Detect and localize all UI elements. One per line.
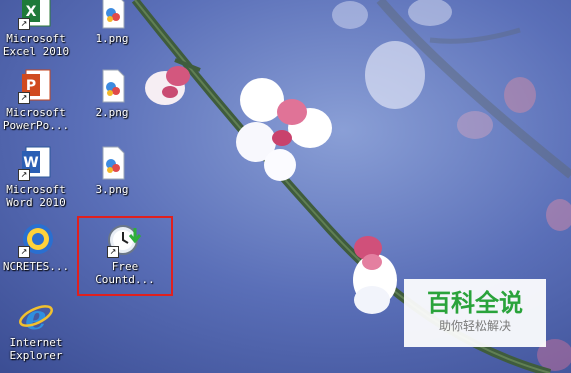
image-file-icon [94,68,130,104]
desktop-icon-3-png[interactable]: 3.png [76,145,148,196]
desktop-icon-2-png[interactable]: 2.png [76,68,148,119]
powerpoint-icon: P ↗ [18,68,54,104]
desktop-icon-excel[interactable]: X ↗ Microsoft Excel 2010 [0,0,72,58]
watermark-logo: 百科全说 助你轻松解决 [404,279,546,347]
desktop-icon-ncretes[interactable]: ↗ NCRETES... [0,222,72,273]
icon-label: Microsoft Word 2010 [6,183,66,209]
icon-label: Microsoft Excel 2010 [2,32,70,58]
internet-explorer-icon: e [18,298,54,338]
word-icon: W ↗ [18,145,54,181]
desktop-icon-powerpoint[interactable]: P ↗ Microsoft PowerPo... [0,68,72,132]
shortcut-arrow-icon: ↗ [18,169,30,181]
shortcut-arrow-icon: ↗ [18,18,30,30]
desktop-icon-word[interactable]: W ↗ Microsoft Word 2010 [0,145,72,209]
icon-label: 2.png [95,106,129,119]
watermark-title: 百科全说 [427,289,523,317]
shortcut-arrow-icon: ↗ [18,92,30,104]
image-file-icon [94,145,130,181]
icon-label: 3.png [95,183,129,196]
excel-icon: X ↗ [18,0,54,30]
shortcut-arrow-icon: ↗ [18,246,30,258]
icon-label: 1.png [95,32,129,45]
image-file-icon [94,0,130,30]
icon-label: Internet Explorer [9,336,63,362]
desktop-icon-internet-explorer[interactable]: e Internet Explorer [0,298,72,362]
watermark-subtitle: 助你轻松解决 [438,319,511,333]
icon-label: NCRETES... [2,260,70,273]
svg-text:e: e [25,298,47,334]
desktop-icon-1-png[interactable]: 1.png [76,0,148,45]
ncretes-icon: ↗ [18,222,54,258]
icon-label: Microsoft PowerPo... [2,106,70,132]
highlight-box [77,216,173,296]
